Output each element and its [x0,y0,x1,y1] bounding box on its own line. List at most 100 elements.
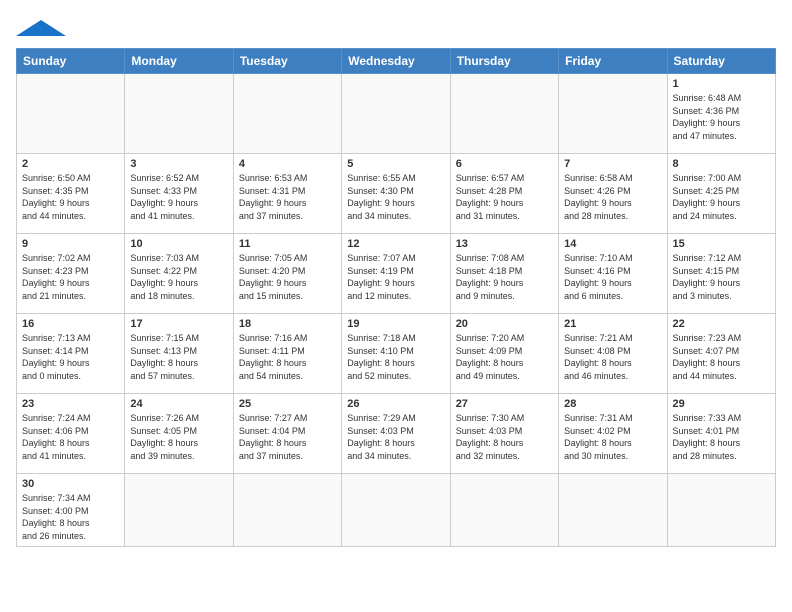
day-number: 20 [456,318,553,330]
calendar-cell [17,74,125,154]
calendar-cell: 20 Sunrise: 7:20 AM Sunset: 4:09 PM Dayli… [450,314,558,394]
header-day-sunday: Sunday [17,49,125,74]
day-info: Sunrise: 6:50 AM Sunset: 4:35 PM Dayligh… [22,172,119,222]
calendar-cell [342,474,450,547]
calendar-cell: 1 Sunrise: 6:48 AM Sunset: 4:36 PM Daylig… [667,74,775,154]
calendar-cell: 11Sunrise: 7:05 AM Sunset: 4:20 PM Dayli… [233,234,341,314]
day-info: Sunrise: 7:21 AM Sunset: 4:08 PM Dayligh… [564,332,661,382]
day-info: Sunrise: 7:07 AM Sunset: 4:19 PM Dayligh… [347,252,444,302]
page-header [16,16,776,38]
header-day-tuesday: Tuesday [233,49,341,74]
calendar-cell: 12 Sunrise: 7:07 AM Sunset: 4:19 PM Dayli… [342,234,450,314]
day-number: 23 [22,398,119,410]
calendar-cell: 3 Sunrise: 6:52 AM Sunset: 4:33 PM Daylig… [125,154,233,234]
calendar-cell [342,74,450,154]
calendar-cell: 22Sunrise: 7:23 AM Sunset: 4:07 PM Dayli… [667,314,775,394]
day-info: Sunrise: 6:48 AM Sunset: 4:36 PM Dayligh… [673,92,770,142]
calendar-header: SundayMondayTuesdayWednesdayThursdayFrid… [17,49,776,74]
day-info: Sunrise: 6:57 AM Sunset: 4:28 PM Dayligh… [456,172,553,222]
day-number: 18 [239,318,336,330]
calendar-cell: 28 Sunrise: 7:31 AM Sunset: 4:02 PM Dayli… [559,394,667,474]
calendar-table: SundayMondayTuesdayWednesdayThursdayFrid… [16,48,776,547]
calendar-cell: 7 Sunrise: 6:58 AM Sunset: 4:26 PM Daylig… [559,154,667,234]
calendar-cell: 30Sunrise: 7:34 AM Sunset: 4:00 PM Dayli… [17,474,125,547]
day-info: Sunrise: 7:10 AM Sunset: 4:16 PM Dayligh… [564,252,661,302]
day-number: 7 [564,158,661,170]
day-number: 8 [673,158,770,170]
day-info: Sunrise: 7:24 AM Sunset: 4:06 PM Dayligh… [22,412,119,462]
day-info: Sunrise: 7:27 AM Sunset: 4:04 PM Dayligh… [239,412,336,462]
calendar-week-2: 9Sunrise: 7:02 AM Sunset: 4:23 PM Daylig… [17,234,776,314]
day-info: Sunrise: 7:02 AM Sunset: 4:23 PM Dayligh… [22,252,119,302]
calendar-cell: 9Sunrise: 7:02 AM Sunset: 4:23 PM Daylig… [17,234,125,314]
logo-icon [16,18,66,38]
calendar-cell: 25 Sunrise: 7:27 AM Sunset: 4:04 PM Dayli… [233,394,341,474]
logo [16,16,66,38]
day-info: Sunrise: 6:58 AM Sunset: 4:26 PM Dayligh… [564,172,661,222]
calendar-cell: 23 Sunrise: 7:24 AM Sunset: 4:06 PM Dayli… [17,394,125,474]
day-number: 30 [22,478,119,490]
day-info: Sunrise: 6:53 AM Sunset: 4:31 PM Dayligh… [239,172,336,222]
day-info: Sunrise: 7:16 AM Sunset: 4:11 PM Dayligh… [239,332,336,382]
calendar-cell: 16Sunrise: 7:13 AM Sunset: 4:14 PM Dayli… [17,314,125,394]
calendar-cell: 13 Sunrise: 7:08 AM Sunset: 4:18 PM Dayli… [450,234,558,314]
day-number: 28 [564,398,661,410]
calendar-cell: 24Sunrise: 7:26 AM Sunset: 4:05 PM Dayli… [125,394,233,474]
day-number: 19 [347,318,444,330]
calendar-cell: 18 Sunrise: 7:16 AM Sunset: 4:11 PM Dayli… [233,314,341,394]
day-info: Sunrise: 6:52 AM Sunset: 4:33 PM Dayligh… [130,172,227,222]
day-number: 13 [456,238,553,250]
calendar-cell [559,474,667,547]
day-info: Sunrise: 7:33 AM Sunset: 4:01 PM Dayligh… [673,412,770,462]
calendar-cell: 5Sunrise: 6:55 AM Sunset: 4:30 PM Daylig… [342,154,450,234]
day-number: 25 [239,398,336,410]
day-number: 15 [673,238,770,250]
day-number: 26 [347,398,444,410]
calendar-cell: 27 Sunrise: 7:30 AM Sunset: 4:03 PM Dayli… [450,394,558,474]
day-info: Sunrise: 7:12 AM Sunset: 4:15 PM Dayligh… [673,252,770,302]
day-info: Sunrise: 7:00 AM Sunset: 4:25 PM Dayligh… [673,172,770,222]
calendar-cell: 8 Sunrise: 7:00 AM Sunset: 4:25 PM Daylig… [667,154,775,234]
calendar-cell: 21 Sunrise: 7:21 AM Sunset: 4:08 PM Dayli… [559,314,667,394]
day-info: Sunrise: 7:15 AM Sunset: 4:13 PM Dayligh… [130,332,227,382]
day-info: Sunrise: 7:30 AM Sunset: 4:03 PM Dayligh… [456,412,553,462]
calendar-cell: 15 Sunrise: 7:12 AM Sunset: 4:15 PM Dayli… [667,234,775,314]
calendar-cell: 2Sunrise: 6:50 AM Sunset: 4:35 PM Daylig… [17,154,125,234]
day-info: Sunrise: 7:18 AM Sunset: 4:10 PM Dayligh… [347,332,444,382]
calendar-cell [233,474,341,547]
calendar-week-0: 1 Sunrise: 6:48 AM Sunset: 4:36 PM Daylig… [17,74,776,154]
calendar-cell: 29Sunrise: 7:33 AM Sunset: 4:01 PM Dayli… [667,394,775,474]
calendar-cell: 10 Sunrise: 7:03 AM Sunset: 4:22 PM Dayli… [125,234,233,314]
day-number: 27 [456,398,553,410]
header-day-wednesday: Wednesday [342,49,450,74]
header-day-friday: Friday [559,49,667,74]
header-day-saturday: Saturday [667,49,775,74]
calendar-cell [125,74,233,154]
day-number: 10 [130,238,227,250]
day-info: Sunrise: 7:31 AM Sunset: 4:02 PM Dayligh… [564,412,661,462]
day-number: 1 [673,78,770,90]
day-number: 12 [347,238,444,250]
calendar-week-1: 2Sunrise: 6:50 AM Sunset: 4:35 PM Daylig… [17,154,776,234]
day-number: 16 [22,318,119,330]
header-day-monday: Monday [125,49,233,74]
day-info: Sunrise: 7:26 AM Sunset: 4:05 PM Dayligh… [130,412,227,462]
calendar-week-4: 23 Sunrise: 7:24 AM Sunset: 4:06 PM Dayli… [17,394,776,474]
day-info: Sunrise: 7:03 AM Sunset: 4:22 PM Dayligh… [130,252,227,302]
day-info: Sunrise: 7:20 AM Sunset: 4:09 PM Dayligh… [456,332,553,382]
day-info: Sunrise: 7:08 AM Sunset: 4:18 PM Dayligh… [456,252,553,302]
calendar-body: 1 Sunrise: 6:48 AM Sunset: 4:36 PM Daylig… [17,74,776,547]
calendar-cell [233,74,341,154]
day-number: 3 [130,158,227,170]
day-info: Sunrise: 7:05 AM Sunset: 4:20 PM Dayligh… [239,252,336,302]
calendar-cell: 14 Sunrise: 7:10 AM Sunset: 4:16 PM Dayli… [559,234,667,314]
calendar-cell: 19 Sunrise: 7:18 AM Sunset: 4:10 PM Dayli… [342,314,450,394]
calendar-cell: 17 Sunrise: 7:15 AM Sunset: 4:13 PM Dayli… [125,314,233,394]
day-number: 14 [564,238,661,250]
calendar-cell [450,474,558,547]
day-info: Sunrise: 7:29 AM Sunset: 4:03 PM Dayligh… [347,412,444,462]
day-number: 6 [456,158,553,170]
day-number: 21 [564,318,661,330]
day-number: 17 [130,318,227,330]
header-day-thursday: Thursday [450,49,558,74]
